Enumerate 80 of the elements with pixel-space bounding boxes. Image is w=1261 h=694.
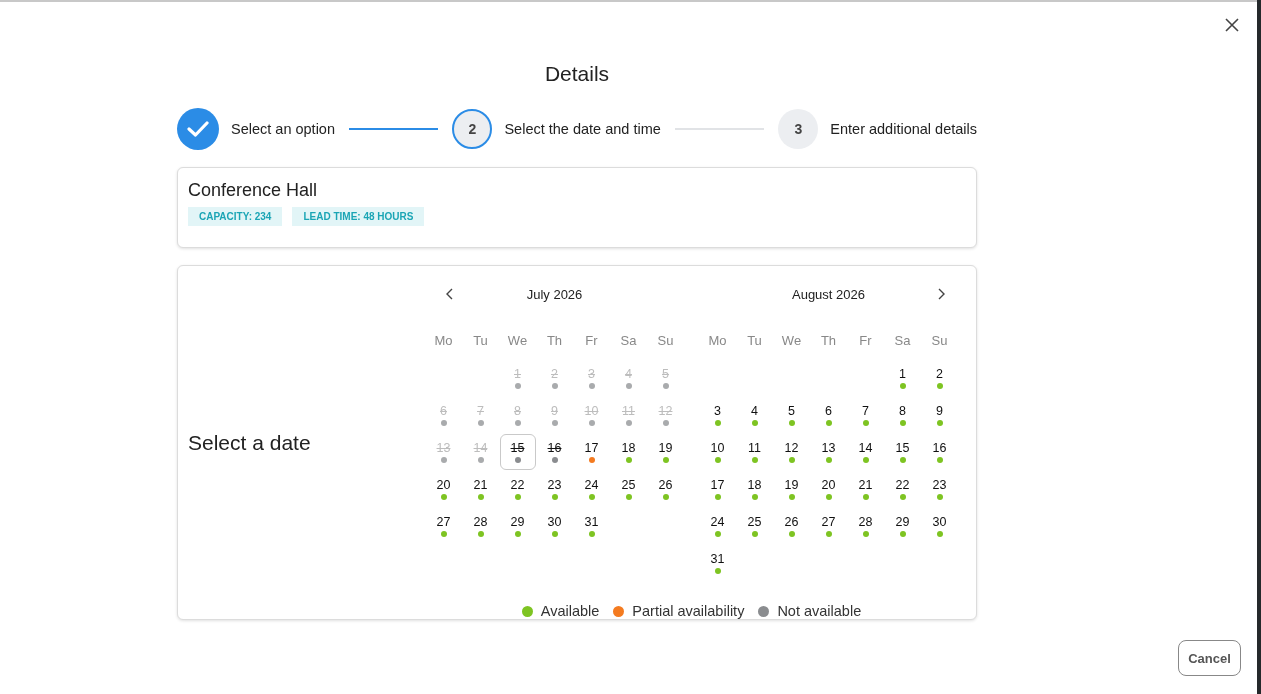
calendar-day[interactable]: 19 [773, 470, 810, 507]
calendar-day[interactable]: 21 [462, 470, 499, 507]
calendar-day[interactable]: 7 [847, 396, 884, 433]
calendar-day[interactable]: 9 [921, 396, 958, 433]
weekday-label: Sa [894, 333, 911, 348]
calendar-day[interactable]: 25 [736, 507, 773, 544]
calendar-day[interactable]: 17 [699, 470, 736, 507]
weekday-label: Sa [620, 333, 637, 348]
legend-label: Partial availability [632, 603, 745, 619]
calendar-day[interactable]: 1 [884, 359, 921, 396]
calendar-day[interactable]: 17 [573, 433, 610, 470]
calendar-day[interactable]: 3 [699, 396, 736, 433]
weekday-label: Tu [747, 333, 762, 348]
weekday-label: Fr [585, 333, 598, 348]
calendar-day[interactable]: 2 [921, 359, 958, 396]
calendar-day[interactable]: 16 [921, 433, 958, 470]
calendar-day[interactable]: 25 [610, 470, 647, 507]
calendar-day[interactable]: 31 [699, 544, 736, 581]
weekday-label: Su [931, 333, 948, 348]
calendar-day[interactable]: 24 [699, 507, 736, 544]
info-tag: LEAD TIME: 48 HOURS [292, 207, 425, 226]
calendar-day[interactable]: 27 [425, 507, 462, 544]
calendar-day[interactable]: 14 [847, 433, 884, 470]
calendar-day[interactable]: 6 [810, 396, 847, 433]
calendar-day[interactable]: 30 [536, 507, 573, 544]
weekday-label: Mo [434, 333, 453, 348]
calendar-day[interactable]: 18 [736, 470, 773, 507]
calendar-day[interactable]: 23 [536, 470, 573, 507]
weekday-label: Mo [708, 333, 727, 348]
calendar-day[interactable]: 29 [884, 507, 921, 544]
step-indicator: 3 [778, 109, 819, 149]
weekday-label: We [507, 333, 528, 348]
info-tag: CAPACITY: 234 [188, 207, 283, 226]
calendar-day[interactable]: 11 [736, 433, 773, 470]
close-icon[interactable] [1223, 16, 1241, 34]
dialog-title: Details [544, 62, 610, 86]
calendar-day[interactable]: 29 [499, 507, 536, 544]
weekday-label: Tu [473, 333, 488, 348]
calendar-day[interactable]: 28 [847, 507, 884, 544]
calendar-day[interactable]: 18 [610, 433, 647, 470]
calendar-day[interactable]: 21 [847, 470, 884, 507]
step-label: Select the date and time [504, 121, 661, 137]
weekday-label: Th [546, 333, 563, 348]
calendar-day[interactable]: 30 [921, 507, 958, 544]
calendar-day[interactable]: 19 [647, 433, 684, 470]
month-title: August 2026 [792, 286, 865, 302]
step-label: Select an option [231, 121, 335, 137]
calendar-day[interactable]: 26 [647, 470, 684, 507]
weekday-label: Su [657, 333, 674, 348]
calendar-day[interactable]: 31 [573, 507, 610, 544]
calendar-day[interactable]: 13 [810, 433, 847, 470]
calendar-day[interactable]: 16 [536, 433, 573, 470]
calendar-day[interactable]: 10 [699, 433, 736, 470]
weekday-label: Fr [859, 333, 872, 348]
calendar-day[interactable]: 12 [773, 433, 810, 470]
calendar-day[interactable]: 24 [573, 470, 610, 507]
calendar-day[interactable]: 4 [736, 396, 773, 433]
step-label: Enter additional details [830, 121, 977, 137]
legend-label: Not available [777, 603, 862, 619]
calendar-day[interactable]: 15 [499, 433, 536, 470]
calendar-day[interactable]: 22 [884, 470, 921, 507]
calendar-day[interactable]: 20 [810, 470, 847, 507]
cancel-button[interactable]: Cancel [1178, 640, 1241, 676]
calendar-day[interactable]: 22 [499, 470, 536, 507]
calendar-day[interactable]: 26 [773, 507, 810, 544]
weekday-label: Th [820, 333, 837, 348]
calendar-day[interactable]: 27 [810, 507, 847, 544]
resource-name: Conference Hall [188, 180, 319, 201]
legend-label: Available [540, 603, 600, 619]
check-icon [187, 120, 209, 138]
calendar-day[interactable]: 8 [884, 396, 921, 433]
calendar-day[interactable]: 28 [462, 507, 499, 544]
step-indicator: 2 [452, 109, 493, 149]
month-title: July 2026 [526, 286, 583, 302]
section-label: Select a date [188, 430, 311, 455]
calendar-day[interactable]: 5 [773, 396, 810, 433]
calendar-day[interactable]: 23 [921, 470, 958, 507]
weekday-label: We [781, 333, 802, 348]
calendar-day[interactable]: 15 [884, 433, 921, 470]
calendar-day[interactable]: 20 [425, 470, 462, 507]
